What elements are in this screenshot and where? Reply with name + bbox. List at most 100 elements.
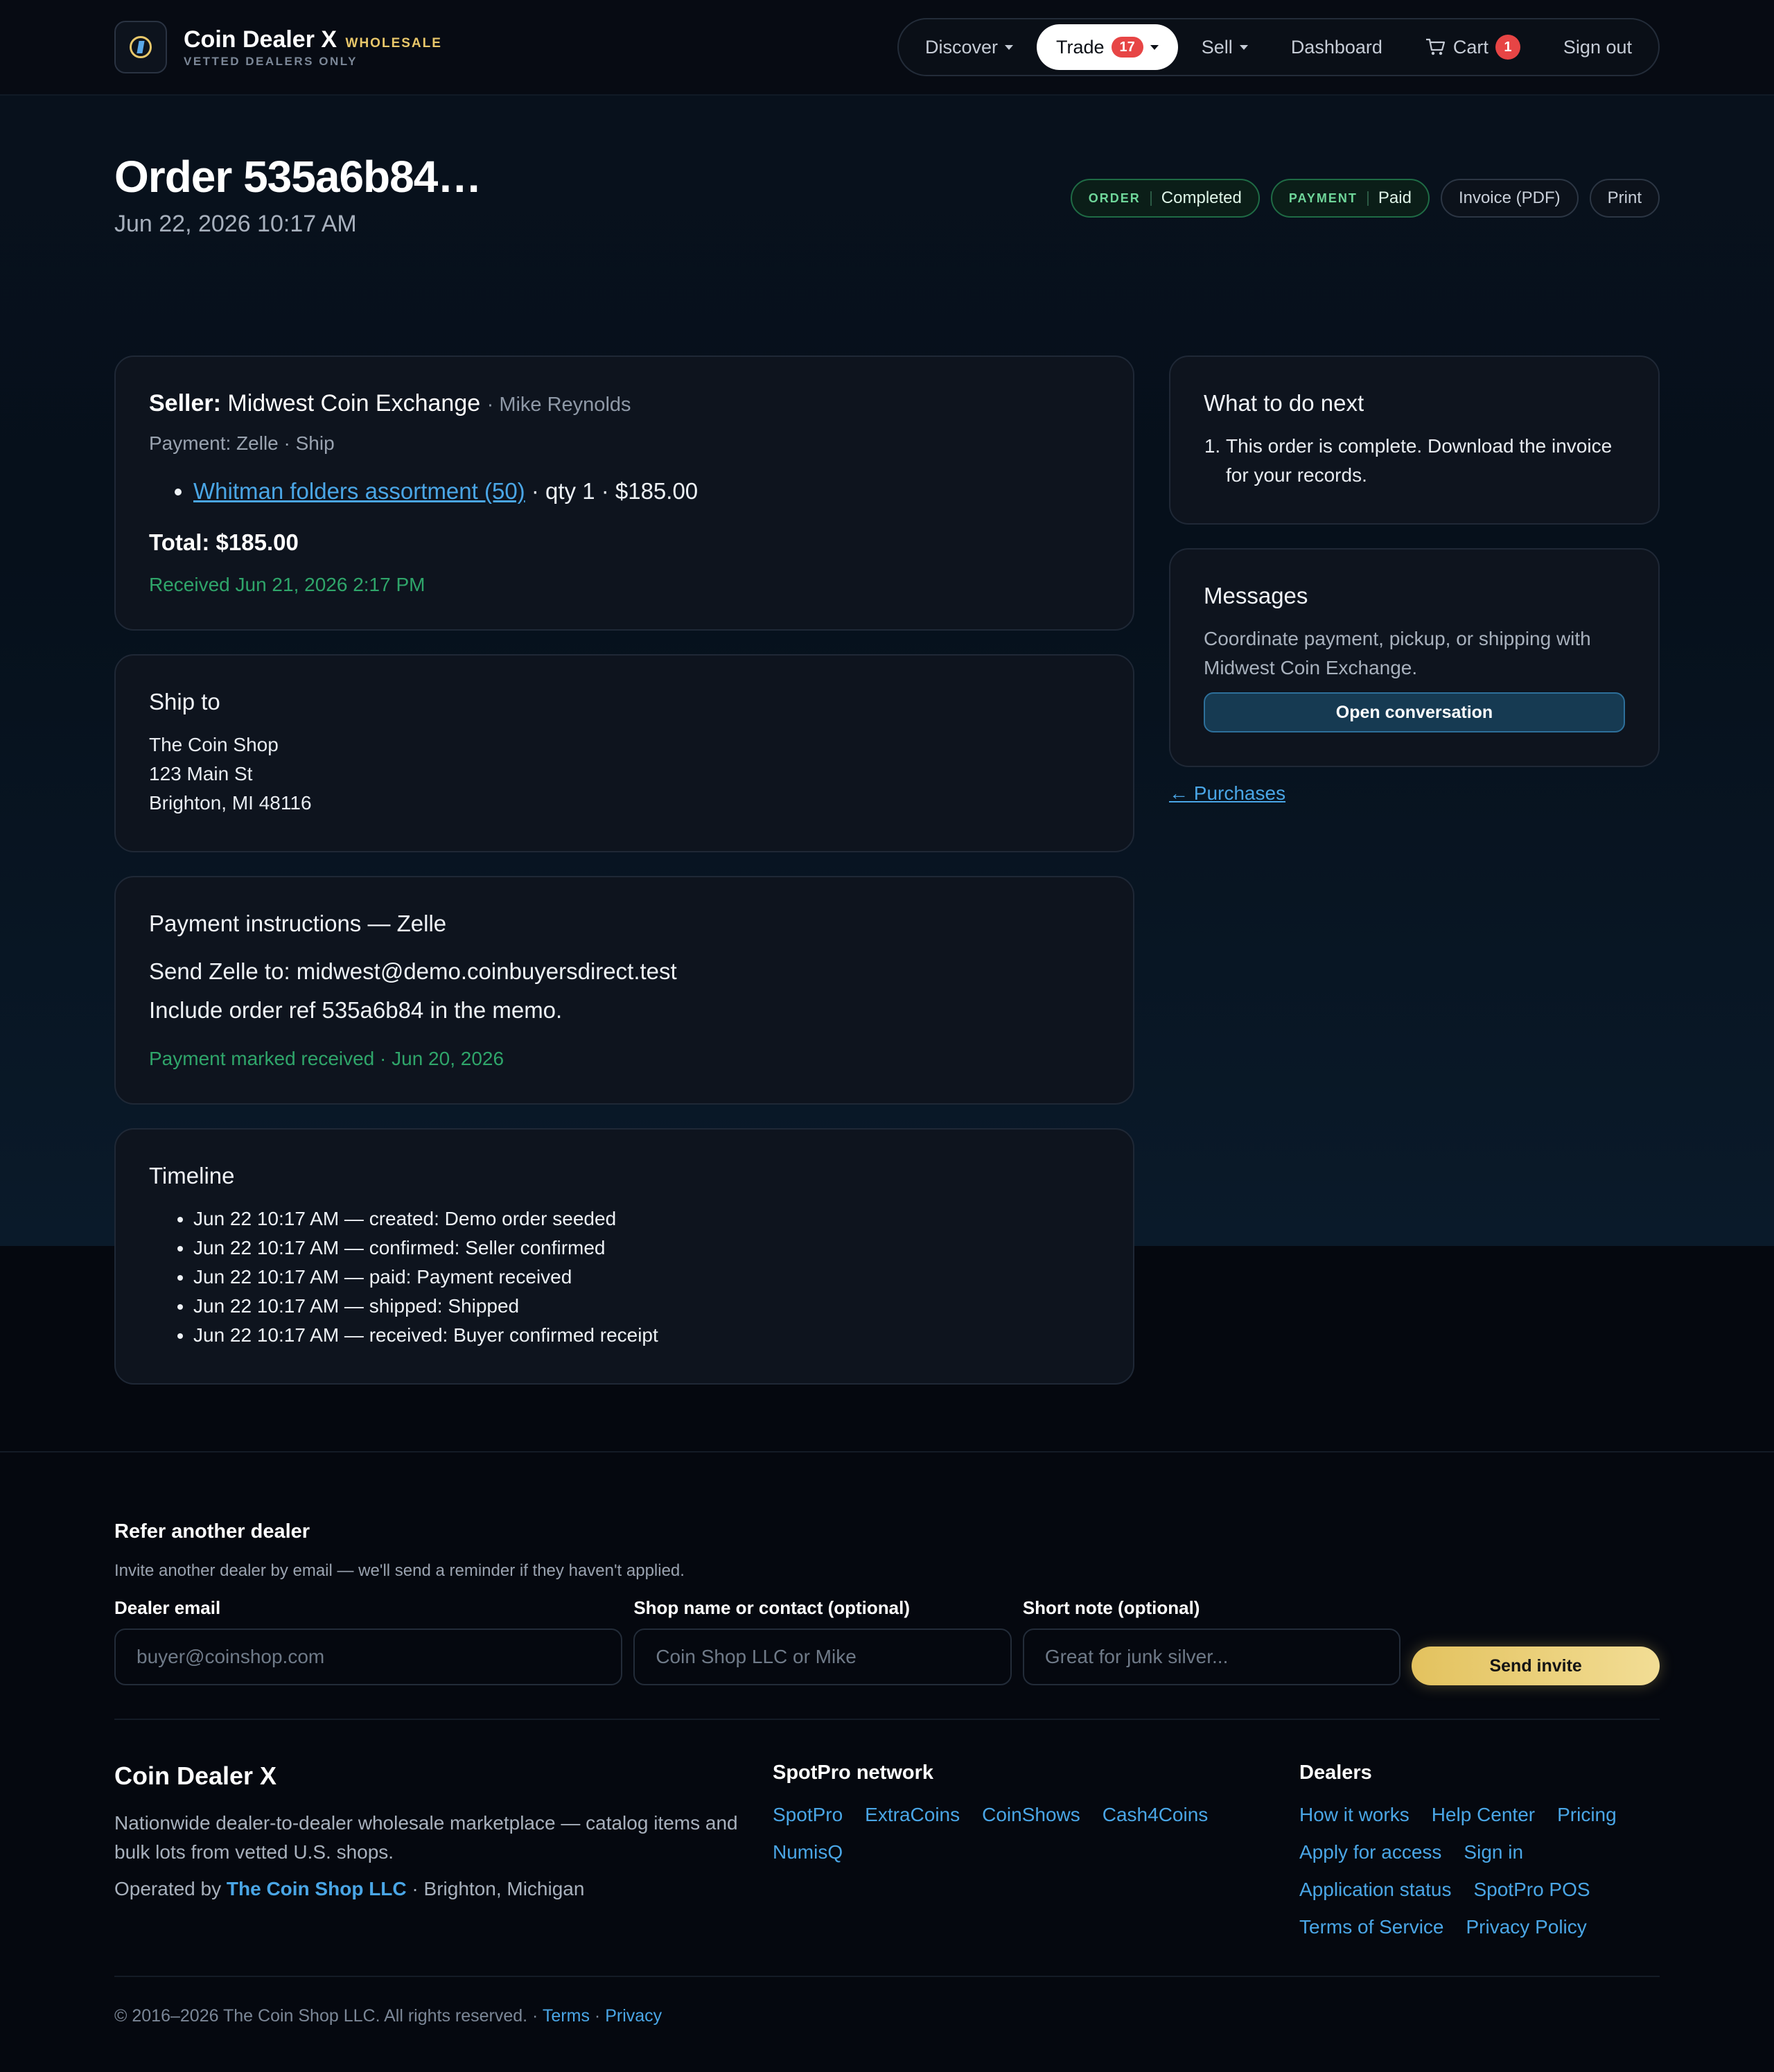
ship-to-title: Ship to [149, 689, 220, 714]
footer-operator: Operated by The Coin Shop LLC · Brighton… [114, 1878, 773, 1900]
network-link[interactable]: CoinShows [982, 1801, 1080, 1829]
footer-description: Nationwide dealer-to-dealer wholesale ma… [114, 1812, 738, 1863]
short-note-input[interactable] [1022, 1628, 1401, 1685]
nav-discover[interactable]: Discover [906, 24, 1033, 70]
nav-signout[interactable]: Sign out [1544, 24, 1651, 70]
nav-sell-label: Sell [1201, 36, 1233, 58]
brand-name: Coin Dealer X [184, 26, 337, 53]
trade-count-badge: 17 [1111, 37, 1143, 58]
dealer-link[interactable]: Privacy Policy [1466, 1913, 1587, 1941]
chevron-down-icon [1005, 44, 1013, 50]
timeline-event: Jun 22 10:17 AM — created: Demo order se… [193, 1204, 1100, 1233]
next-step: This order is complete. Download the inv… [1226, 432, 1625, 490]
dealer-link[interactable]: Pricing [1557, 1801, 1617, 1829]
dealer-link[interactable]: Sign in [1464, 1838, 1523, 1866]
network-link[interactable]: Cash4Coins [1103, 1801, 1209, 1829]
nav-dashboard-label: Dashboard [1290, 36, 1382, 58]
nav-sell[interactable]: Sell [1182, 24, 1267, 70]
order-items: Whitman folders assortment (50) · qty 1 … [193, 478, 1100, 504]
refer-title: Refer another dealer [114, 1520, 310, 1543]
item-detail: · qty 1 · $185.00 [525, 478, 699, 504]
print-button[interactable]: Print [1589, 179, 1660, 218]
timeline-event: Jun 22 10:17 AM — shipped: Shipped [193, 1292, 1100, 1321]
seller-label: Seller: [149, 390, 221, 416]
order-total: Total: $185.00 [149, 529, 299, 555]
chevron-down-icon [1239, 44, 1248, 50]
shop-name-input[interactable] [633, 1628, 1012, 1685]
next-steps-list: This order is complete. Download the inv… [1204, 432, 1625, 490]
coin-logo-icon [114, 21, 167, 73]
back-to-purchases-link[interactable]: ← Purchases [1169, 782, 1660, 805]
timeline-title: Timeline [149, 1163, 235, 1188]
network-links: SpotPro ExtraCoins CoinShows Cash4Coins … [773, 1801, 1299, 1866]
payment-method: Payment: Zelle · Ship [149, 432, 335, 454]
shop-label: Shop name or contact (optional) [633, 1597, 910, 1618]
divider [114, 1976, 1660, 1977]
network-link[interactable]: NumisQ [773, 1838, 843, 1866]
dealer-email-input[interactable] [114, 1628, 623, 1685]
chevron-down-icon [1150, 44, 1159, 50]
dealer-link[interactable]: Apply for access [1299, 1838, 1441, 1866]
payment-instructions-card: Payment instructions — Zelle Send Zelle … [114, 876, 1134, 1105]
dealer-links: How it works Help Center Pricing Apply f… [1299, 1801, 1660, 1941]
terms-link[interactable]: Terms [543, 2006, 590, 2026]
site-header: Coin Dealer X WHOLESALE VETTED DEALERS O… [0, 0, 1774, 96]
order-status-label: ORDER [1089, 191, 1152, 206]
seller-name: Midwest Coin Exchange [227, 390, 481, 416]
refer-subtitle: Invite another dealer by email — we'll s… [114, 1561, 685, 1580]
network-link[interactable]: SpotPro [773, 1801, 843, 1829]
dealer-link[interactable]: How it works [1299, 1801, 1409, 1829]
timeline-card: Timeline Jun 22 10:17 AM — created: Demo… [114, 1128, 1134, 1385]
dealer-link[interactable]: Help Center [1432, 1801, 1535, 1829]
note-label: Short note (optional) [1022, 1597, 1200, 1618]
nav-signout-label: Sign out [1563, 36, 1632, 58]
received-status: Received Jun 21, 2026 2:17 PM [149, 574, 425, 595]
item-link[interactable]: Whitman folders assortment (50) [193, 478, 525, 504]
cart-icon [1425, 38, 1446, 56]
payment-instruction-line: Include order ref 535a6b84 in the memo. [149, 997, 563, 1023]
footer-brand: Coin Dealer X [114, 1762, 277, 1790]
operator-prefix: Operated by [114, 1878, 222, 1899]
address-line: Brighton, MI 48116 [149, 792, 312, 814]
dealer-link[interactable]: Application status [1299, 1876, 1451, 1904]
messages-text: Coordinate payment, pickup, or shipping … [1204, 628, 1591, 678]
site-footer: Refer another dealer Invite another deal… [0, 1451, 1774, 2026]
operator-link[interactable]: The Coin Shop LLC [227, 1878, 407, 1899]
order-status-badge: ORDER Completed [1070, 179, 1260, 218]
nav-trade-label: Trade [1056, 36, 1105, 58]
payment-status-label: PAYMENT [1289, 191, 1369, 206]
cart-count-badge: 1 [1495, 35, 1520, 60]
timeline-list: Jun 22 10:17 AM — created: Demo order se… [193, 1204, 1100, 1350]
copyright-separator: · [594, 2006, 601, 2026]
main-nav: Discover Trade 17 Sell Dashboard Cart 1 [897, 18, 1660, 76]
payment-status-badge: PAYMENT Paid [1270, 179, 1430, 218]
invoice-button[interactable]: Invoice (PDF) [1440, 179, 1579, 218]
nav-discover-label: Discover [924, 36, 998, 58]
brand-tag: WHOLESALE [345, 35, 442, 51]
copyright-text: © 2016–2026 The Coin Shop LLC. All right… [114, 2006, 538, 2026]
nav-cart-label: Cart [1452, 36, 1488, 58]
payment-status-value: Paid [1378, 188, 1412, 207]
open-conversation-button[interactable]: Open conversation [1204, 692, 1625, 732]
seller-contact: · Mike Reynolds [486, 394, 631, 416]
payment-received-status: Payment marked received · Jun 20, 2026 [149, 1048, 504, 1069]
timeline-event: Jun 22 10:17 AM — paid: Payment received [193, 1263, 1100, 1292]
messages-title: Messages [1204, 583, 1308, 608]
network-link[interactable]: ExtraCoins [865, 1801, 960, 1829]
nav-cart[interactable]: Cart 1 [1406, 24, 1540, 70]
next-steps-title: What to do next [1204, 390, 1364, 416]
dealer-link[interactable]: SpotPro POS [1473, 1876, 1590, 1904]
privacy-link[interactable]: Privacy [605, 2006, 662, 2026]
nav-trade[interactable]: Trade 17 [1037, 24, 1178, 70]
email-label: Dealer email [114, 1597, 221, 1618]
dealer-link[interactable]: Terms of Service [1299, 1913, 1444, 1941]
operator-location: · Brighton, Michigan [412, 1878, 585, 1899]
send-invite-button[interactable]: Send invite [1412, 1647, 1660, 1685]
next-steps-card: What to do next This order is complete. … [1169, 355, 1660, 525]
list-item: Whitman folders assortment (50) · qty 1 … [193, 478, 1100, 504]
refer-form: Dealer email Shop name or contact (optio… [114, 1597, 1660, 1685]
nav-dashboard[interactable]: Dashboard [1272, 24, 1402, 70]
order-date: Jun 22, 2026 10:17 AM [114, 211, 357, 237]
messages-card: Messages Coordinate payment, pickup, or … [1169, 548, 1660, 767]
brand[interactable]: Coin Dealer X WHOLESALE VETTED DEALERS O… [114, 21, 442, 73]
